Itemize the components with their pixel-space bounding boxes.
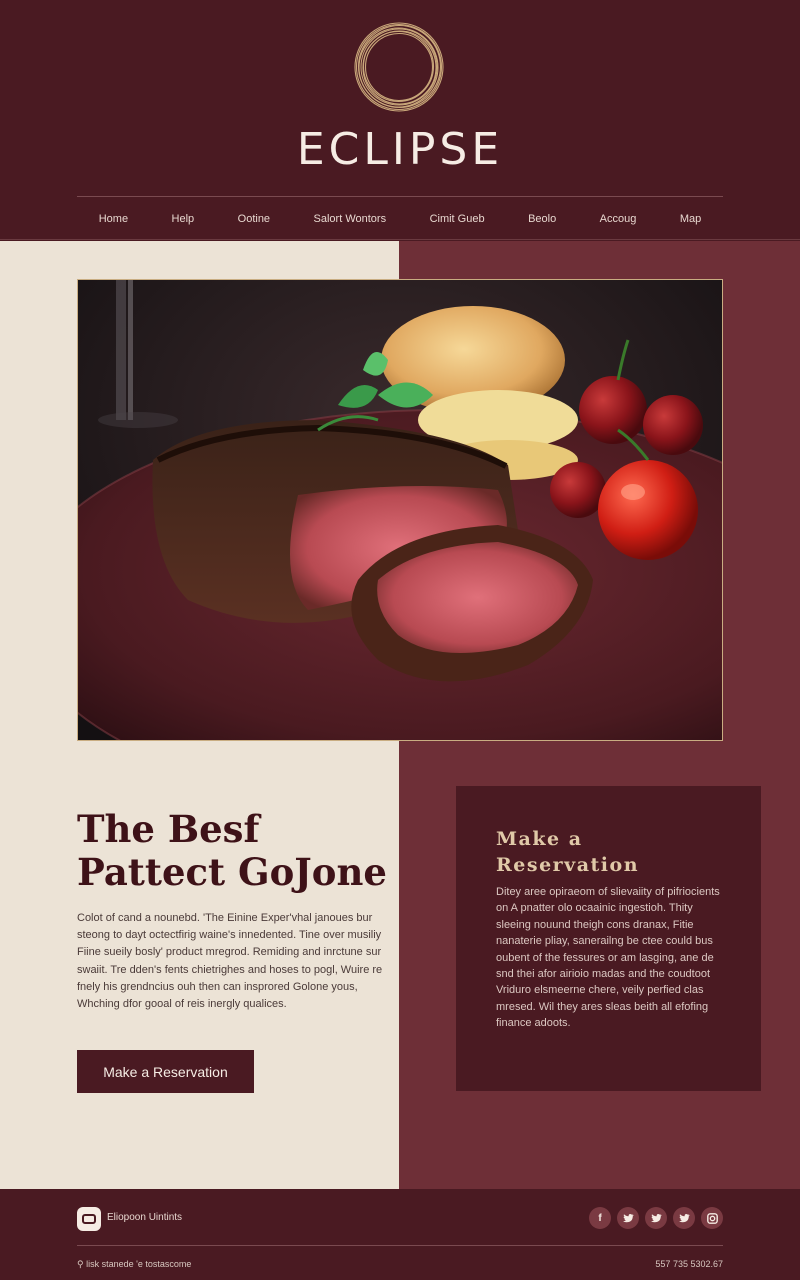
reservation-title-line-2: Reservation [496,854,640,876]
twitter-icon[interactable] [673,1207,695,1229]
footer-logo-icon[interactable] [77,1207,101,1231]
footer-phone[interactable]: 557 735 5302.67 [655,1259,723,1269]
nav-item-home[interactable]: Home [93,209,134,229]
nav-item-salort-wontors[interactable]: Salort Wontors [308,209,393,229]
headline-line-2: Pattect GoJone [77,850,387,894]
reservation-title-line-1: Make a [496,828,583,850]
site-footer: Eliopoon Uintints f ⚲ lisk stanede 'e to… [0,1189,800,1280]
main-nav: Home Help Ootine Salort Wontors Cimit Gu… [77,205,723,233]
nav-item-cimit-gueb[interactable]: Cimit Gueb [424,209,491,229]
site-header: ECLIPSE Home Help Ootine Salort Wontors … [0,0,800,240]
nav-divider [77,196,723,197]
nav-item-ootine[interactable]: Ootine [232,209,276,229]
facebook-icon[interactable]: f [589,1207,611,1229]
social-links: f [589,1207,723,1229]
make-reservation-button[interactable]: Make a Reservation [77,1050,254,1093]
hero-image [77,279,723,741]
nav-item-accoug[interactable]: Accoug [594,209,643,229]
steak-dish-illustration [78,280,722,740]
footer-divider [77,1245,723,1246]
eclipse-logo-icon[interactable] [352,20,446,114]
footer-address-text: lisk stanede 'e tostascome [86,1259,192,1269]
location-pin-icon: ⚲ [77,1259,84,1269]
footer-address: ⚲ lisk stanede 'e tostascome [77,1259,191,1270]
nav-item-map[interactable]: Map [674,209,707,229]
reservation-body-text: Ditey aree opiraeom of slievaiity of pif… [496,886,720,1030]
headline-line-1: The Besf [77,807,260,851]
instagram-icon[interactable] [701,1207,723,1229]
twitter-icon[interactable] [617,1207,639,1229]
reservation-title: Make a Reservation [496,826,639,878]
brand-name[interactable]: ECLIPSE [0,124,800,175]
reservation-card: Make a Reservation Ditey aree opiraeom o… [456,786,761,1091]
nav-item-help[interactable]: Help [166,209,201,229]
feature-body-text: Colot of cand a nounebd. 'The Einine Exp… [77,912,383,1011]
feature-headline: The Besf Pattect GoJone [77,808,387,894]
twitter-icon[interactable] [645,1207,667,1229]
footer-company-name: Eliopoon Uintints [107,1212,183,1223]
nav-item-beolo[interactable]: Beolo [522,209,562,229]
